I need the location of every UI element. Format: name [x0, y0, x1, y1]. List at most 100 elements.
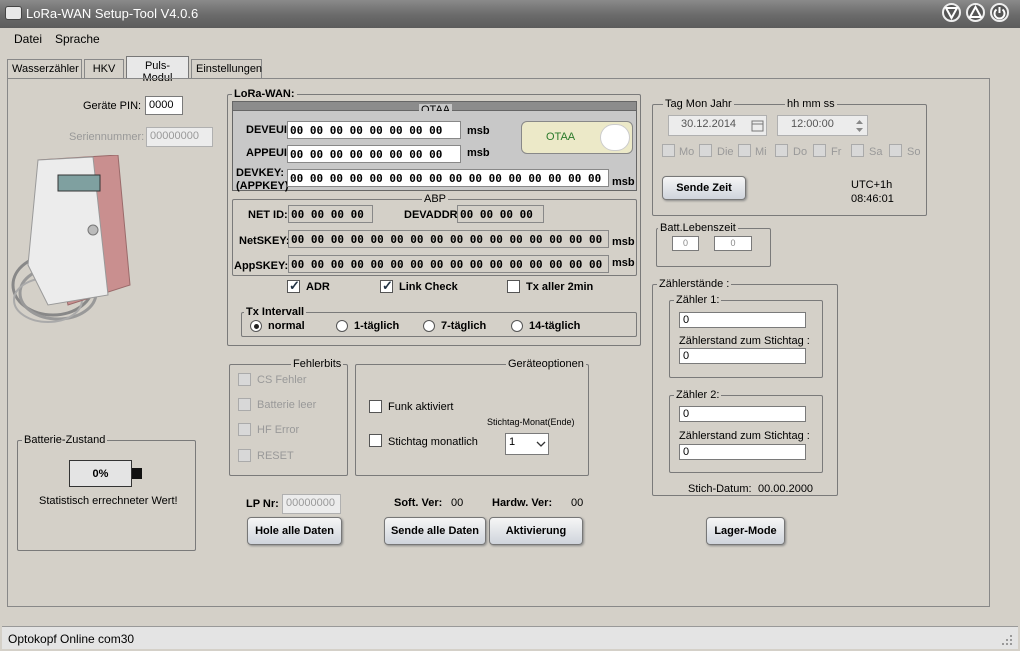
zaehlerstaende-title: Zählerstände :: [657, 278, 732, 290]
stichtag-monat-select[interactable]: 1: [505, 433, 549, 455]
netskey-msb: msb: [612, 236, 635, 248]
zaehler1-stichtag-label: Zählerstand zum Stichtag :: [679, 335, 810, 347]
sende-alle-daten-button[interactable]: Sende alle Daten: [384, 517, 486, 545]
stichtag-monatlich-checkbox[interactable]: [369, 434, 382, 447]
device-image: [11, 155, 131, 323]
tx-7-taeglich-radio[interactable]: [423, 320, 435, 332]
day-die-checkbox[interactable]: [699, 144, 712, 157]
netskey-input[interactable]: 00 00 00 00 00 00 00 00 00 00 00 00 00 0…: [288, 230, 609, 248]
netid-label: NET ID:: [248, 209, 288, 221]
day-fr-label: Fr: [831, 146, 842, 158]
appeui-msb: msb: [467, 147, 490, 159]
spinner-icon[interactable]: [855, 119, 864, 133]
lorawan-legend: LoRa-WAN:: [232, 88, 297, 100]
battery-percent: 0%: [92, 468, 109, 480]
batt-lebenszeit-title: Batt.Lebenszeit: [658, 222, 738, 234]
tx-normal-label: normal: [268, 320, 305, 332]
battery-icon: 0%: [69, 460, 132, 487]
appskey-input[interactable]: 00 00 00 00 00 00 00 00 00 00 00 00 00 0…: [288, 255, 609, 273]
deveui-input[interactable]: 00 00 00 00 00 00 00 00: [287, 121, 461, 139]
geraeteoptionen-title: Geräteoptionen: [506, 358, 586, 370]
menu-sprache[interactable]: Sprache: [55, 32, 100, 46]
stich-datum-label: Stich-Datum:: [688, 483, 752, 495]
time-input[interactable]: 12:00:00: [777, 115, 868, 136]
devkey-label: DEVKEY:: [236, 167, 285, 179]
lp-nr-input[interactable]: 00000000: [282, 494, 341, 514]
date-header: Tag Mon Jahr: [663, 98, 734, 110]
status-bar: Optokopf Online com30: [2, 626, 1018, 649]
day-mo-checkbox[interactable]: [662, 144, 675, 157]
batt-lebenszeit-value1[interactable]: 0: [672, 236, 699, 251]
day-sa-checkbox[interactable]: [851, 144, 864, 157]
cs-fehler-checkbox[interactable]: [238, 373, 251, 386]
zaehler1-stichtag-input[interactable]: 0: [679, 348, 806, 364]
sende-zeit-button[interactable]: Sende Zeit: [662, 176, 746, 200]
tx-1-taeglich-label: 1-täglich: [354, 320, 400, 332]
zaehler2-stichtag-input[interactable]: 0: [679, 444, 806, 460]
soft-ver-value: 00: [451, 497, 464, 509]
zaehler2-title: Zähler 2:: [674, 389, 722, 401]
zaehler1-input[interactable]: 0: [679, 312, 806, 328]
hole-alle-daten-button[interactable]: Hole alle Daten: [247, 517, 342, 545]
day-do-checkbox[interactable]: [775, 144, 788, 157]
tx-14-taeglich-label: 14-täglich: [529, 320, 581, 332]
devaddr-input[interactable]: 00 00 00 00: [457, 205, 544, 223]
minimize-icon[interactable]: [942, 3, 961, 22]
devkey-input[interactable]: 00 00 00 00 00 00 00 00 00 00 00 00 00 0…: [287, 169, 609, 187]
date-input[interactable]: 30.12.2014: [668, 115, 767, 136]
lager-mode-button[interactable]: Lager-Mode: [706, 517, 785, 545]
date-value: 30.12.2014: [681, 118, 737, 130]
power-close-icon[interactable]: [990, 3, 1009, 22]
resize-grip-icon[interactable]: [1002, 635, 1013, 646]
lp-nr-label: LP Nr:: [246, 498, 279, 510]
appkey-label: (APPKEY): [236, 180, 289, 192]
day-fr-checkbox[interactable]: [813, 144, 826, 157]
utc-offset: UTC+1h: [851, 179, 893, 191]
chevron-down-icon: [536, 441, 546, 447]
tx-2min-checkbox[interactable]: [507, 280, 520, 293]
adr-label: ADR: [306, 281, 330, 293]
tx-2min-label: Tx aller 2min: [526, 281, 594, 293]
tab-hkv[interactable]: HKV: [84, 59, 124, 78]
menu-datei[interactable]: Datei: [14, 32, 42, 46]
batterie-leer-checkbox[interactable]: [238, 398, 251, 411]
hf-error-checkbox[interactable]: [238, 423, 251, 436]
devaddr-label: DEVADDR:: [404, 209, 462, 221]
zaehler2-input[interactable]: 0: [679, 406, 806, 422]
tx-interval-legend: Tx Intervall: [244, 306, 307, 318]
calendar-icon[interactable]: [751, 119, 764, 132]
day-do-label: Do: [793, 146, 808, 158]
stich-datum-value: 00.00.2000: [758, 483, 814, 495]
tx-normal-radio[interactable]: [250, 320, 262, 332]
hardw-ver-value: 00: [571, 497, 584, 509]
tab-einstellungen[interactable]: Einstellungen: [191, 59, 262, 78]
pin-input[interactable]: 0000: [145, 96, 183, 115]
day-mi-checkbox[interactable]: [738, 144, 751, 157]
tab-wasserzaehler[interactable]: Wasserzähler: [7, 59, 82, 78]
link-check-label: Link Check: [399, 281, 458, 293]
maximize-icon[interactable]: [966, 3, 985, 22]
appskey-msb: msb: [612, 257, 635, 269]
funk-aktiviert-checkbox[interactable]: [369, 400, 382, 413]
serial-input[interactable]: 00000000: [146, 127, 213, 147]
netid-input[interactable]: 00 00 00 00: [288, 205, 373, 223]
batterie-zustand-title: Batterie-Zustand: [22, 434, 108, 446]
otaa-toggle[interactable]: OTAA: [521, 121, 633, 154]
time-value: 12:00:00: [791, 118, 834, 130]
cs-fehler-label: CS Fehler: [257, 374, 307, 386]
reset-label: RESET: [257, 450, 294, 462]
batt-lebenszeit-value2[interactable]: 0: [714, 236, 752, 251]
tab-puls-modul[interactable]: Puls-Modul: [126, 56, 189, 84]
serial-label: Seriennummer:: [69, 131, 145, 143]
stichtag-monat-value: 1: [509, 436, 516, 448]
appeui-input[interactable]: 00 00 00 00 00 00 00 00: [287, 145, 461, 163]
tx-1-taeglich-radio[interactable]: [336, 320, 348, 332]
fehlerbits-title: Fehlerbits: [291, 358, 344, 370]
day-so-checkbox[interactable]: [889, 144, 902, 157]
aktivierung-button[interactable]: Aktivierung: [489, 517, 583, 545]
reset-checkbox[interactable]: [238, 449, 251, 462]
link-check-checkbox[interactable]: [380, 278, 393, 294]
tx-14-taeglich-radio[interactable]: [511, 320, 523, 332]
stichtag-monatlich-label: Stichtag monatlich: [388, 436, 478, 448]
adr-checkbox[interactable]: [287, 278, 300, 294]
